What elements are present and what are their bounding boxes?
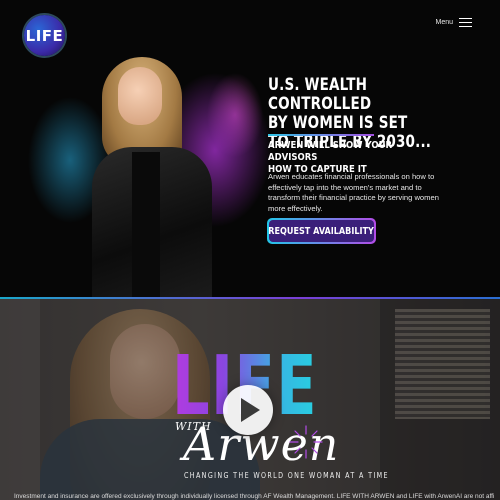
logo-text: LIFE [25, 26, 64, 45]
request-availability-button[interactable]: REQUEST AVAILABILITY [267, 218, 376, 244]
hero-subhead: ARWEN WILL SHOW YOUR ADVISORS HOW TO CAP… [268, 140, 393, 175]
disclaimer-text: Investment and insurance are offered exc… [14, 493, 494, 500]
headline-divider [268, 134, 374, 136]
request-availability-label: REQUEST AVAILABILITY [268, 225, 375, 237]
play-video-button[interactable] [223, 385, 273, 435]
play-icon [241, 398, 260, 422]
life-logo[interactable]: LIFE [24, 15, 65, 56]
menu-label: Menu [435, 19, 453, 26]
menu-button[interactable]: Menu [435, 18, 472, 27]
hero-section: LIFE Menu U.S. WEALTH CONTROLLED BY WOME… [0, 0, 500, 297]
hamburger-icon [459, 18, 472, 27]
hero-portrait [88, 57, 228, 297]
video-tagline: CHANGING THE WORLD ONE WOMAN AT A TIME [184, 471, 389, 480]
hero-description: Arwen educates financial professionals o… [268, 172, 439, 213]
sparkle-icon [289, 425, 323, 459]
